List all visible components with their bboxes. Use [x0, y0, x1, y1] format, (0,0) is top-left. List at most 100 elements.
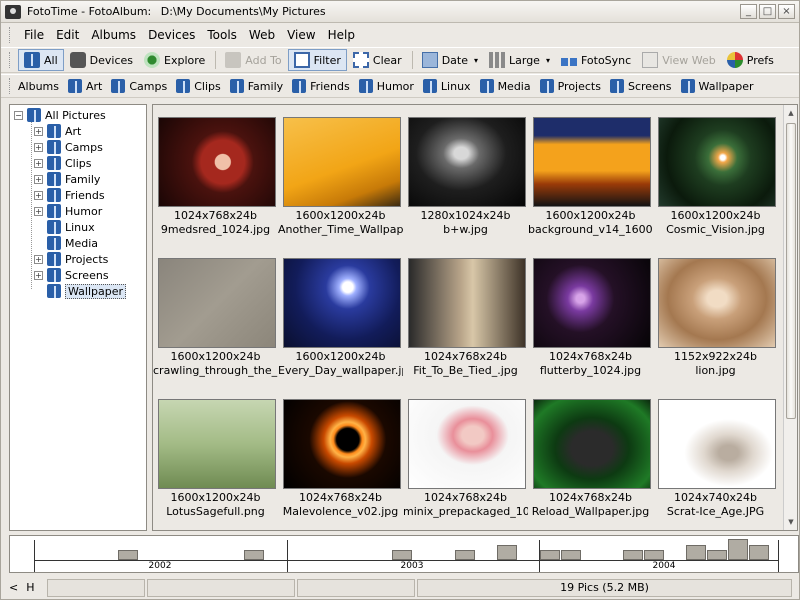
timeline-bar[interactable] [749, 545, 769, 560]
scroll-up-arrow-icon[interactable]: ▲ [785, 107, 797, 119]
tree-item-clips[interactable]: + Clips [34, 155, 92, 171]
thumbnail-image[interactable] [283, 258, 401, 348]
thumbnail-image[interactable] [658, 399, 776, 489]
menu-help[interactable]: Help [322, 28, 361, 42]
menu-tools[interactable]: Tools [201, 28, 243, 42]
album-tree[interactable]: − All Pictures + Art + Camps + Clips + F… [9, 104, 147, 531]
expand-toggle[interactable]: + [34, 126, 43, 136]
close-button[interactable]: × [778, 4, 795, 19]
tree-item-linux[interactable]: Linux [34, 219, 95, 235]
thumbnail-image[interactable] [533, 258, 651, 348]
tree-item-family[interactable]: + Family [34, 171, 100, 187]
thumbnail-image[interactable] [158, 399, 276, 489]
collapse-toggle[interactable]: − [14, 110, 23, 120]
scroll-left-button[interactable]: < [9, 581, 18, 594]
album-clips[interactable]: Clips [173, 79, 227, 93]
thumbnail-item[interactable]: 1024x768x24b minix_prepackaged_10... [403, 387, 528, 522]
album-camps[interactable]: Camps [108, 79, 173, 93]
minimize-button[interactable]: _ [740, 4, 757, 19]
timeline-bar[interactable] [728, 539, 748, 560]
tree-item-camps[interactable]: + Camps [34, 139, 103, 155]
expand-toggle[interactable]: + [34, 270, 43, 280]
expand-toggle[interactable]: + [34, 206, 43, 216]
album-friends[interactable]: Friends [289, 79, 356, 93]
album-linux[interactable]: Linux [420, 79, 477, 93]
timeline-bar[interactable] [623, 550, 643, 560]
thumbnail-item[interactable]: 1600x1200x24b Every_Day_wallpaper.jpg [278, 246, 403, 381]
scrollbar-thumb[interactable] [786, 123, 796, 419]
thumbnail-item[interactable]: 1600x1200x24b LotusSagefull.png [153, 387, 278, 522]
timeline-bar[interactable] [707, 550, 727, 560]
view-web-button[interactable]: View Web [637, 49, 721, 71]
timeline-bar[interactable] [118, 550, 138, 560]
expand-toggle[interactable]: + [34, 190, 43, 200]
maximize-button[interactable]: □ [759, 4, 776, 19]
menu-albums[interactable]: Albums [85, 28, 142, 42]
menu-edit[interactable]: Edit [50, 28, 85, 42]
all-button[interactable]: All [18, 49, 64, 71]
toolbar-grip[interactable] [9, 52, 12, 68]
explore-button[interactable]: Explore [139, 49, 210, 71]
timeline-bar[interactable] [686, 545, 706, 560]
clear-button[interactable]: Clear [348, 49, 407, 71]
tree-item-friends[interactable]: + Friends [34, 187, 105, 203]
menu-file[interactable]: File [18, 28, 50, 42]
expand-toggle[interactable]: + [34, 142, 43, 152]
date-timeline[interactable]: 2002 2003 2004 [9, 535, 799, 573]
expand-toggle[interactable]: + [34, 254, 43, 264]
thumbnail-image[interactable] [408, 117, 526, 207]
thumbnail-image[interactable] [158, 117, 276, 207]
tree-item-media[interactable]: Media [34, 235, 98, 251]
tree-item-humor[interactable]: + Humor [34, 203, 102, 219]
album-screens[interactable]: Screens [607, 79, 678, 93]
menu-view[interactable]: View [281, 28, 321, 42]
tree-item-screens[interactable]: + Screens [34, 267, 109, 283]
timeline-bar[interactable] [244, 550, 264, 560]
history-button[interactable]: H [26, 581, 34, 594]
thumbnail-size-button[interactable]: Large ▾ [484, 49, 555, 71]
expand-toggle[interactable]: + [34, 174, 43, 184]
thumbnail-item[interactable]: 1600x1200x24b Cosmic_Vision.jpg [653, 105, 778, 240]
thumbnail-item[interactable]: 1280x1024x24b b+w.jpg [403, 105, 528, 240]
timeline-bar[interactable] [561, 550, 581, 560]
timeline-bar[interactable] [392, 550, 412, 560]
tree-item-art[interactable]: + Art [34, 123, 81, 139]
thumbnail-image[interactable] [158, 258, 276, 348]
tree-item-all-pictures[interactable]: − All Pictures [14, 107, 106, 123]
thumbnail-image[interactable] [408, 399, 526, 489]
tree-item-projects[interactable]: + Projects [34, 251, 108, 267]
grid-scrollbar[interactable]: ▲ ▼ [783, 105, 797, 530]
timeline-bar[interactable] [644, 550, 664, 560]
thumbnail-image[interactable] [283, 117, 401, 207]
menu-devices[interactable]: Devices [142, 28, 201, 42]
toolbar-grip[interactable] [9, 27, 12, 43]
prefs-button[interactable]: Prefs [722, 49, 779, 71]
filter-button[interactable]: Filter [287, 49, 347, 71]
thumbnail-item[interactable]: 1024x768x24b Fit_To_Be_Tied_.jpg [403, 246, 528, 381]
menu-web[interactable]: Web [243, 28, 281, 42]
album-media[interactable]: Media [477, 79, 537, 93]
thumbnail-image[interactable] [658, 258, 776, 348]
scroll-down-arrow-icon[interactable]: ▼ [785, 516, 797, 528]
add-to-button[interactable]: Add To [220, 49, 286, 71]
thumbnail-image[interactable] [283, 399, 401, 489]
fotosync-button[interactable]: FotoSync [556, 49, 636, 71]
thumbnail-item[interactable]: 1600x1200x24b crawling_through_the_... [153, 246, 278, 381]
album-projects[interactable]: Projects [537, 79, 607, 93]
thumbnail-image[interactable] [408, 258, 526, 348]
thumbnail-image[interactable] [533, 117, 651, 207]
timeline-bar[interactable] [497, 545, 517, 560]
thumbnail-item[interactable]: 1600x1200x24b background_v14_1600... [528, 105, 653, 240]
thumbnail-item[interactable]: 1600x1200x24b Another_Time_Wallpap... [278, 105, 403, 240]
thumbnail-grid[interactable]: 1024x768x24b 9medsred_1024.jpg 1600x1200… [152, 104, 798, 531]
album-art[interactable]: Art [65, 79, 108, 93]
toolbar-grip[interactable] [9, 78, 12, 94]
date-sort-button[interactable]: Date ▾ [417, 49, 483, 71]
thumbnail-image[interactable] [533, 399, 651, 489]
thumbnail-item[interactable]: 1024x768x24b 9medsred_1024.jpg [153, 105, 278, 240]
devices-button[interactable]: Devices [65, 49, 138, 71]
title-bar[interactable]: FotoTime - FotoAlbum: D:\My Documents\My… [1, 1, 799, 23]
timeline-bar[interactable] [540, 550, 560, 560]
album-humor[interactable]: Humor [356, 79, 420, 93]
tree-item-wallpaper[interactable]: Wallpaper [34, 283, 127, 299]
